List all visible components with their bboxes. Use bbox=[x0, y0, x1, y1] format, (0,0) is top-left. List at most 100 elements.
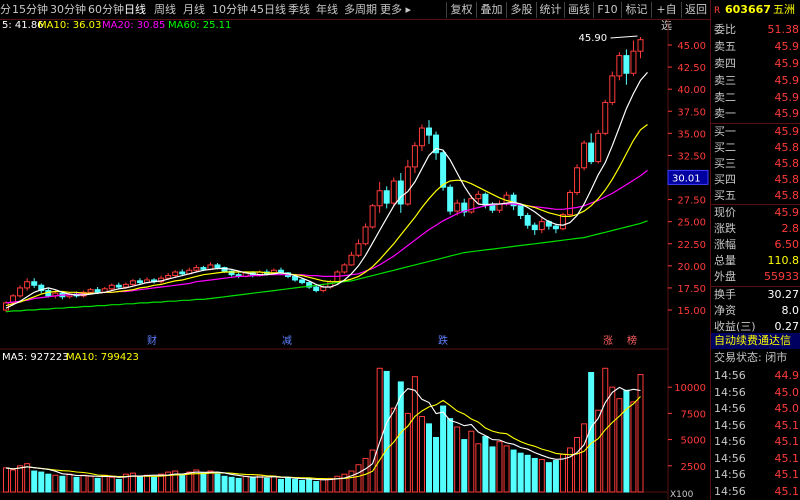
tick-time: 14:56 bbox=[714, 418, 746, 432]
tick-price: 45.1 bbox=[774, 435, 800, 448]
quote-row: 买四 45.8 bbox=[711, 172, 800, 188]
volume-bar bbox=[263, 477, 270, 493]
volume-bar bbox=[623, 389, 630, 493]
candle-body bbox=[376, 190, 383, 207]
volume-bar bbox=[320, 478, 327, 493]
quote-value: 45.9 bbox=[774, 206, 800, 219]
volume-bar bbox=[517, 452, 524, 493]
tick-time: 14:56 bbox=[714, 402, 746, 415]
quote-label: 现价 bbox=[714, 206, 736, 219]
quote-label: 卖二 bbox=[714, 91, 736, 104]
timeframe-tab[interactable]: 多周期 bbox=[344, 3, 377, 17]
advert-banner[interactable]: 自动续费通达信 bbox=[711, 333, 800, 349]
volume-bar bbox=[73, 476, 80, 493]
candle-body bbox=[193, 267, 200, 271]
tick-time: 14:56 bbox=[714, 451, 746, 465]
timeframe-tab[interactable]: 30分钟 bbox=[50, 3, 86, 17]
quote-row: 委比 51.38 bbox=[711, 22, 800, 38]
toolbar-button[interactable]: 叠加 bbox=[476, 2, 506, 18]
volume-bar bbox=[616, 398, 623, 493]
quote-label: 买三 bbox=[714, 157, 736, 170]
quote-value: 8.0 bbox=[781, 304, 800, 317]
quote-label: 买一 bbox=[714, 125, 736, 138]
candle-body bbox=[24, 281, 31, 289]
candle-body bbox=[411, 145, 418, 168]
candle-body bbox=[129, 280, 136, 285]
volume-bar bbox=[306, 477, 313, 493]
timeframe-tab[interactable]: 日线 bbox=[124, 3, 146, 17]
candle-body bbox=[214, 264, 221, 269]
ma-legend-item: MA20: 30.85 bbox=[102, 20, 166, 31]
price-tick-label: 20.00 bbox=[677, 262, 706, 273]
volume-bar bbox=[376, 367, 383, 493]
timeframe-tab[interactable]: 10分钟 bbox=[212, 3, 248, 17]
toolbar-button[interactable]: 返回 bbox=[681, 2, 710, 18]
quote-value: 30.27 bbox=[767, 288, 800, 301]
quote-row: 涨幅 6.50 bbox=[711, 237, 800, 253]
quote-value: 45.9 bbox=[774, 40, 800, 53]
volume-bar bbox=[136, 475, 143, 493]
ma20-line bbox=[5, 169, 648, 304]
timeframe-tab[interactable]: 月线 bbox=[183, 3, 205, 17]
timeframe-tab[interactable]: 年线 bbox=[316, 3, 338, 17]
tick-row: 14:56 44.9 bbox=[711, 368, 800, 384]
volume-bar bbox=[17, 465, 24, 493]
tick-row: 14:56 45.1 bbox=[711, 418, 800, 434]
ma5-line bbox=[5, 72, 648, 309]
volume-bar bbox=[292, 478, 299, 493]
candle-body bbox=[313, 286, 320, 292]
candle-body bbox=[299, 279, 306, 284]
candle-body bbox=[552, 225, 559, 230]
timeframe-tab[interactable]: 周线 bbox=[154, 3, 176, 17]
volume-bar bbox=[426, 423, 432, 493]
toolbar-button[interactable]: 标记 bbox=[621, 2, 651, 18]
candle-body bbox=[172, 271, 179, 277]
candle-body bbox=[517, 205, 524, 216]
volume-bar bbox=[59, 475, 66, 493]
quote-label: 委比 bbox=[714, 23, 736, 36]
volume-bar bbox=[397, 381, 404, 493]
timeframe-tab[interactable]: 分 bbox=[0, 3, 11, 17]
quote-value: 45.9 bbox=[774, 57, 800, 70]
toolbar-button[interactable]: F10 bbox=[593, 2, 621, 18]
quote-value: 6.50 bbox=[774, 238, 800, 251]
event-marker: 榜 bbox=[627, 334, 637, 347]
kline-chart[interactable]: 45.0042.5040.0037.5035.0032.5030.0027.50… bbox=[0, 20, 710, 500]
candle-body bbox=[3, 302, 9, 311]
quote-label: 卖四 bbox=[714, 57, 736, 70]
volume-ma10-line bbox=[5, 396, 641, 480]
volume-tick-label: 2500 bbox=[681, 462, 706, 473]
toolbar-button[interactable]: 画线 bbox=[564, 2, 593, 18]
stock-header[interactable]: R 603667 五洲 bbox=[711, 2, 800, 20]
timeframe-tab[interactable]: 15分钟 bbox=[12, 3, 48, 17]
tick-time: 14:56 bbox=[714, 369, 746, 382]
volume-bar bbox=[235, 477, 242, 493]
quote-value: 45.8 bbox=[774, 189, 800, 202]
volume-bar bbox=[418, 416, 425, 493]
volume-bar bbox=[115, 478, 122, 493]
price-tick-label: 32.50 bbox=[677, 151, 706, 162]
timeframe-tab[interactable]: 45日线 bbox=[250, 3, 286, 17]
toolbar-button[interactable]: 多股 bbox=[506, 2, 536, 18]
candle-body bbox=[292, 275, 299, 281]
quote-value: 55933 bbox=[764, 270, 799, 283]
toolbar-button[interactable]: 复权 bbox=[446, 2, 476, 18]
stock-code: 603667 bbox=[725, 3, 771, 16]
timeframe-tab[interactable]: 季线 bbox=[288, 3, 310, 17]
timeframe-tab[interactable]: 更多 ▸ bbox=[380, 3, 411, 17]
candle-body bbox=[574, 167, 581, 194]
toolbar-button[interactable]: +自选 bbox=[651, 2, 681, 32]
quote-row: 净资 8.0 bbox=[711, 303, 800, 319]
quote-label: 净资 bbox=[714, 304, 736, 317]
toolbar-button[interactable]: 统计 bbox=[536, 2, 564, 18]
timeframe-tab[interactable]: 60分钟 bbox=[88, 3, 124, 17]
volume-bar bbox=[327, 477, 334, 493]
high-marker-arrow bbox=[610, 35, 638, 39]
volume-bar bbox=[38, 471, 45, 493]
volume-bar bbox=[581, 423, 588, 493]
candle-body bbox=[165, 275, 172, 279]
advert-text: 自动续费通达信 bbox=[714, 334, 791, 347]
quote-label: 换手 bbox=[714, 288, 736, 301]
candle-body bbox=[341, 264, 348, 273]
candle-body bbox=[31, 281, 38, 286]
